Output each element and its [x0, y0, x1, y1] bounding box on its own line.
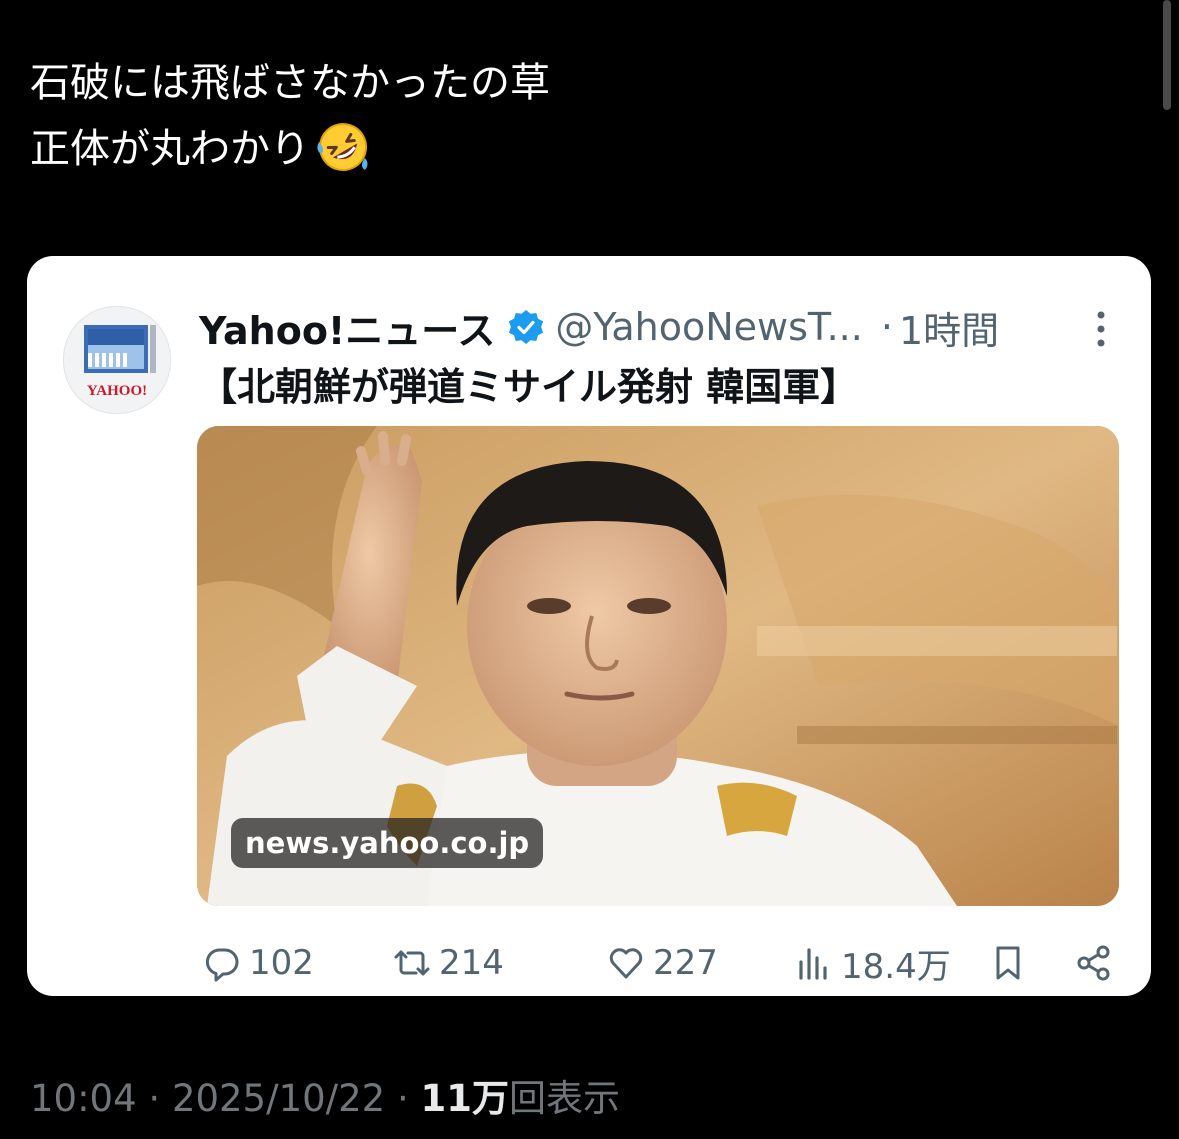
meta-separator: · [136, 1077, 172, 1120]
like-button[interactable]: 227 [607, 936, 718, 990]
quoted-post-header: Yahoo!ニュース @YahooNewsT... · 1時間 [199, 300, 999, 354]
reply-icon [205, 948, 239, 982]
bookmark-icon [996, 946, 1020, 980]
share-button[interactable] [1075, 936, 1121, 990]
scrollbar[interactable] [1163, 0, 1171, 110]
yahoo-news-avatar[interactable]: YAHOO! [63, 306, 171, 414]
post-text: 石破には飛ばさなかったの草 正体が丸わかり [30, 50, 550, 182]
views-button[interactable]: 18.4万 [795, 936, 951, 990]
author-name[interactable]: Yahoo!ニュース [199, 300, 495, 355]
rolling-on-floor-laughing-emoji [317, 123, 368, 171]
news-image[interactable]: news.yahoo.co.jp [197, 426, 1119, 906]
action-bar: 102 214 227 18.4万 [203, 936, 1110, 990]
repost-count: 214 [439, 943, 504, 983]
post-meta: 10:04 · 2025/10/22 · 11万回表示 [30, 1068, 620, 1122]
separator-dot: · [880, 305, 893, 349]
quoted-headline: 【北朝鮮が弾道ミサイル発射 韓国軍】 [199, 365, 859, 409]
author-handle[interactable]: @YahooNewsT... [555, 305, 862, 349]
meta-separator: · [385, 1077, 421, 1120]
reply-button[interactable]: 102 [203, 936, 314, 990]
post-line-2-text: 正体が丸わかり [30, 126, 310, 172]
like-count: 227 [653, 943, 718, 983]
quoted-post-card[interactable]: YAHOO! Yahoo!ニュース @YahooNewsT... · 1時間 【… [27, 256, 1151, 996]
heart-icon [609, 948, 643, 979]
link-domain-label: news.yahoo.co.jp [231, 818, 544, 868]
reply-count: 102 [249, 943, 314, 983]
post-timestamp[interactable]: 10:04 [30, 1077, 137, 1120]
view-label: 回表示 [509, 1077, 620, 1120]
more-options-icon[interactable] [1091, 308, 1111, 350]
post-date[interactable]: 2025/10/22 [172, 1077, 385, 1120]
views-count: 18.4万 [841, 946, 951, 987]
yahoo-news-logo: YAHOO! [84, 325, 156, 399]
post-line-1: 石破には飛ばさなかったの草 [30, 60, 550, 106]
post-line-2: 正体が丸わかり [30, 116, 550, 182]
svg-text:YAHOO!: YAHOO! [87, 383, 147, 399]
verified-badge-icon [509, 310, 544, 344]
bookmark-button[interactable] [989, 936, 1035, 990]
repost-button[interactable]: 214 [393, 936, 504, 990]
views-chart-icon [799, 948, 827, 980]
post-time[interactable]: 1時間 [899, 300, 999, 355]
repost-icon [394, 950, 430, 976]
view-count: 11万 [420, 1077, 510, 1120]
share-icon [1077, 945, 1110, 981]
